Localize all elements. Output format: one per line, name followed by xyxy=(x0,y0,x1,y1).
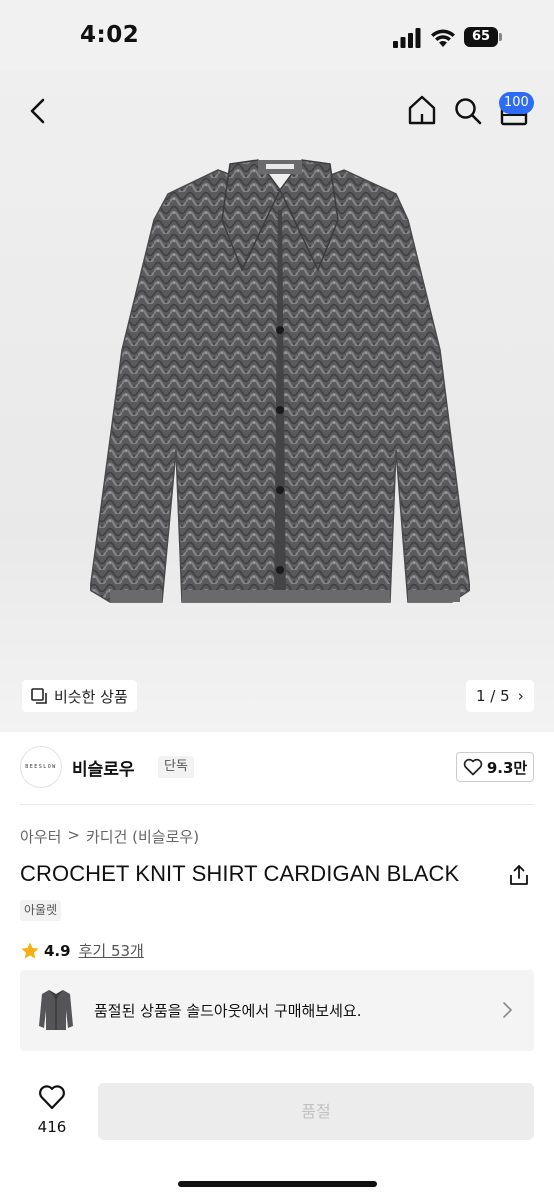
status-bar: 4:02 65 xyxy=(0,0,554,70)
brand-like-count: 9.3만 xyxy=(486,758,528,777)
star-icon xyxy=(21,942,39,959)
wishlist-count: 416 xyxy=(37,1118,67,1136)
brand-row: BEESLOW 비슬로우 단독 9.3만 xyxy=(20,746,534,790)
brand-logo-text: BEESLOW xyxy=(25,764,57,770)
search-icon[interactable] xyxy=(453,96,483,126)
wishlist-button[interactable]: 416 xyxy=(30,1084,74,1140)
pager-label: 1 / 5 xyxy=(476,687,510,705)
divider xyxy=(20,804,534,805)
chevron-right-icon xyxy=(503,1002,512,1018)
cart-count-badge: 100 xyxy=(499,92,534,114)
signal-icon xyxy=(393,28,421,48)
home-indicator xyxy=(178,1181,377,1187)
brand-like-button[interactable]: 9.3만 xyxy=(456,752,534,782)
breadcrumb-subcategory[interactable]: 카디건 (비슬로우) xyxy=(86,826,199,847)
similar-icon xyxy=(31,688,47,704)
outlet-badge: 아울렛 xyxy=(20,900,62,921)
share-icon[interactable] xyxy=(508,864,530,886)
battery-level: 65 xyxy=(464,27,498,47)
rating-row: 4.9 후기 53개 xyxy=(20,940,144,961)
breadcrumb: 아우터 > 카디건 (비슬로우) xyxy=(20,826,199,847)
status-time: 4:02 xyxy=(80,22,140,48)
brand-logo[interactable]: BEESLOW xyxy=(20,746,62,788)
product-image[interactable] xyxy=(90,150,470,620)
wifi-icon xyxy=(431,29,455,47)
heart-icon xyxy=(39,1085,65,1110)
back-icon[interactable] xyxy=(24,96,52,126)
soldout-banner[interactable]: 품절된 상품을 솔드아웃에서 구매해보세요. xyxy=(20,970,534,1051)
breadcrumb-separator: > xyxy=(67,826,80,844)
rating-score: 4.9 xyxy=(44,941,71,960)
chevron-right-icon: › xyxy=(517,687,524,705)
soldout-product-thumbnail xyxy=(39,990,73,1030)
image-pager[interactable]: 1 / 5 › xyxy=(466,680,534,712)
home-icon[interactable] xyxy=(406,94,438,126)
product-title: CROCHET KNIT SHIRT CARDIGAN BLACK xyxy=(20,861,460,886)
soldout-buy-button[interactable]: 품절 xyxy=(98,1083,534,1140)
soldout-banner-text: 품절된 상품을 솔드아웃에서 구매해보세요. xyxy=(94,1002,362,1020)
review-count-link[interactable]: 후기 53개 xyxy=(79,940,144,961)
breadcrumb-category[interactable]: 아우터 xyxy=(20,826,61,847)
product-gallery[interactable]: 100 비슷한 상품 1 / 5 › xyxy=(0,70,554,732)
brand-name[interactable]: 비슬로우 xyxy=(72,755,135,780)
battery-icon: 65 xyxy=(464,27,504,47)
heart-icon xyxy=(463,758,483,776)
similar-products-label: 비슷한 상품 xyxy=(54,687,128,706)
similar-products-button[interactable]: 비슷한 상품 xyxy=(22,680,137,712)
exclusive-badge: 단독 xyxy=(158,756,194,778)
